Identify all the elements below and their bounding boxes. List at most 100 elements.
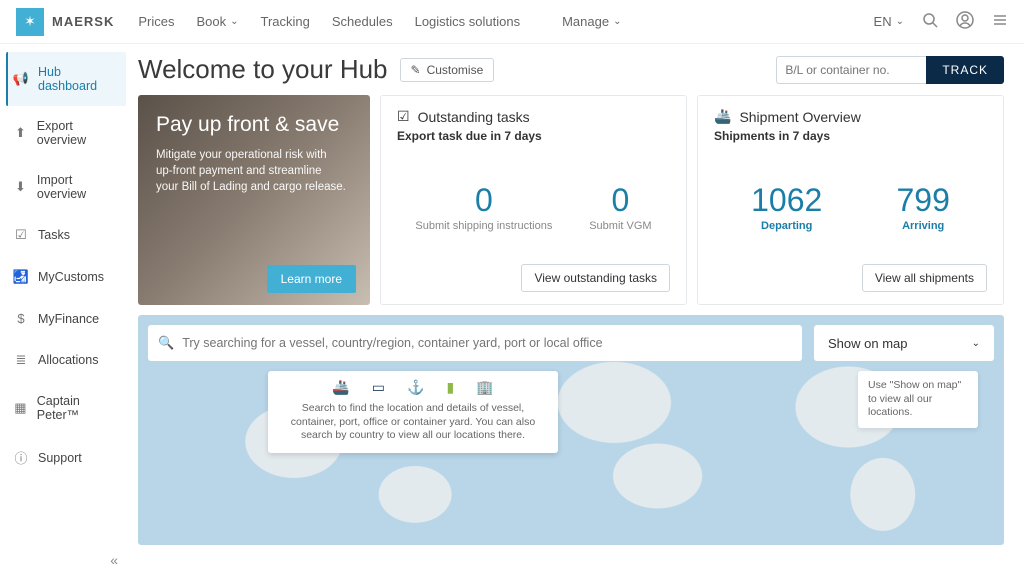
stat-departing[interactable]: 1062 Departing [751,184,822,233]
stat-submit-vgm[interactable]: 0 Submit VGM [589,184,651,233]
nav-right: EN⌄ [874,11,1008,32]
sidebar-item-label: Hub dashboard [38,65,118,93]
logo-icon: ✶ [16,8,44,36]
vessel-icon: 🚢 [332,379,349,396]
nav-schedules[interactable]: Schedules [332,14,393,29]
sidebar-item-label: Support [38,451,82,465]
customs-icon: 🛃 [14,269,28,285]
card-title: 🚢Shipment Overview [714,108,987,125]
account-icon[interactable] [956,11,974,32]
card-title: ☑Outstanding tasks [397,108,670,125]
finance-icon: $ [14,311,28,326]
tip-icons: 🚢 ▭ ⚓ ▮ 🏢 [278,379,548,396]
sidebar-item-label: MyFinance [38,312,99,326]
tasks-icon: ☑ [14,227,28,243]
search-icon: 🔍 [158,335,174,351]
sidebar-item-label: MyCustoms [38,270,104,284]
chevron-down-icon: ⌄ [613,16,621,27]
stat-label: Submit shipping instructions [415,220,552,233]
check-icon: ☑ [397,108,410,125]
stat-label: Submit VGM [589,220,651,233]
collapse-sidebar[interactable]: « [6,544,126,576]
map-search-input[interactable] [182,336,792,350]
page-title: Welcome to your Hub [138,54,388,85]
nav-prices[interactable]: Prices [138,14,174,29]
sidebar-item-myfinance[interactable]: $ MyFinance [6,298,126,339]
promo-title: Pay up front & save [156,113,352,137]
container-icon: ▭ [372,379,385,396]
sidebar-item-label: Import overview [37,173,118,201]
sidebar-item-mycustoms[interactable]: 🛃 MyCustoms [6,256,126,298]
menu-icon[interactable] [992,12,1008,31]
promo-card: Pay up front & save Mitigate your operat… [138,95,370,305]
overview-stats: 1062 Departing 799 Arriving [714,153,987,264]
nav-items: Prices Book⌄ Tracking Schedules Logistic… [138,14,621,29]
allocations-icon: ≣ [14,352,28,368]
nav-logistics[interactable]: Logistics solutions [415,14,521,29]
view-tasks-button[interactable]: View outstanding tasks [521,264,670,292]
sidebar-item-export[interactable]: ⬆ Export overview [6,106,126,160]
support-icon: ⓘ [14,448,28,467]
logo[interactable]: ✶ MAERSK [16,8,114,36]
sidebar-item-tasks[interactable]: ☑ Tasks [6,214,126,256]
map-hint: Use "Show on map" to view all our locati… [858,371,978,428]
customise-button[interactable]: ✎Customise [400,58,495,82]
stat-value: 0 [415,184,552,216]
select-label: Show on map [828,336,908,351]
port-icon: ⚓ [407,379,424,396]
header: Welcome to your Hub ✎Customise TRACK [138,54,1004,85]
yard-icon: ▮ [446,379,454,396]
sidebar-item-captain-peter[interactable]: ▦ Captain Peter™ [6,381,126,435]
dashboard-icon: 📢 [14,71,28,87]
map-card: 🔍 Show on map ⌄ 🚢 ▭ ⚓ ▮ 🏢 Search to find… [138,315,1004,545]
export-icon: ⬆ [14,125,27,141]
stat-value: 799 [896,184,949,216]
stat-value: 1062 [751,184,822,216]
hint-text: Use "Show on map" to view all our locati… [868,379,961,418]
sidebar-item-label: Captain Peter™ [37,394,118,422]
learn-more-button[interactable]: Learn more [267,265,356,293]
main: Welcome to your Hub ✎Customise TRACK Pay… [126,44,1024,576]
card-subtitle: Export task due in 7 days [397,129,670,143]
chevron-down-icon: ⌄ [896,16,904,27]
sidebar-item-support[interactable]: ⓘ Support [6,435,126,480]
track-button[interactable]: TRACK [926,56,1004,84]
ship-icon: 🚢 [714,108,731,125]
sidebar-item-label: Tasks [38,228,70,242]
promo-body: Mitigate your operational risk with up-f… [156,147,346,195]
logo-text: MAERSK [52,14,114,29]
stat-label: Departing [751,220,822,233]
captain-icon: ▦ [14,400,27,416]
sidebar-item-hub-dashboard[interactable]: 📢 Hub dashboard [6,52,126,106]
outstanding-tasks-card: ☑Outstanding tasks Export task due in 7 … [380,95,687,305]
tip-text: Search to find the location and details … [278,402,548,443]
top-nav: ✶ MAERSK Prices Book⌄ Tracking Schedules… [0,0,1024,44]
import-icon: ⬇ [14,179,27,195]
search-icon[interactable] [922,12,938,31]
sidebar-item-allocations[interactable]: ≣ Allocations [6,339,126,381]
lang-select[interactable]: EN⌄ [874,14,904,29]
chevron-down-icon: ⌄ [972,338,980,349]
card-subtitle: Shipments in 7 days [714,129,987,143]
nav-manage[interactable]: Manage⌄ [562,14,621,29]
track-input[interactable] [776,56,926,84]
sidebar-item-import[interactable]: ⬇ Import overview [6,160,126,214]
sidebar-item-label: Export overview [37,119,118,147]
pencil-icon: ✎ [411,63,421,77]
stat-arriving[interactable]: 799 Arriving [896,184,949,233]
view-shipments-button[interactable]: View all shipments [862,264,987,292]
task-stats: 0 Submit shipping instructions 0 Submit … [397,153,670,264]
nav-book[interactable]: Book⌄ [196,14,238,29]
map-search-tip: 🚢 ▭ ⚓ ▮ 🏢 Search to find the location an… [268,371,558,453]
stat-submit-si[interactable]: 0 Submit shipping instructions [415,184,552,233]
map-search: 🔍 [148,325,802,361]
sidebar: 📢 Hub dashboard ⬆ Export overview ⬇ Import … [0,44,126,576]
stat-label: Arriving [896,220,949,233]
map-controls: 🔍 Show on map ⌄ [148,325,994,361]
show-on-map-select[interactable]: Show on map ⌄ [814,325,994,361]
sidebar-item-label: Allocations [38,353,98,367]
shipment-overview-card: 🚢Shipment Overview Shipments in 7 days 1… [697,95,1004,305]
track-box: TRACK [776,56,1004,84]
nav-tracking[interactable]: Tracking [261,14,310,29]
stat-value: 0 [589,184,651,216]
